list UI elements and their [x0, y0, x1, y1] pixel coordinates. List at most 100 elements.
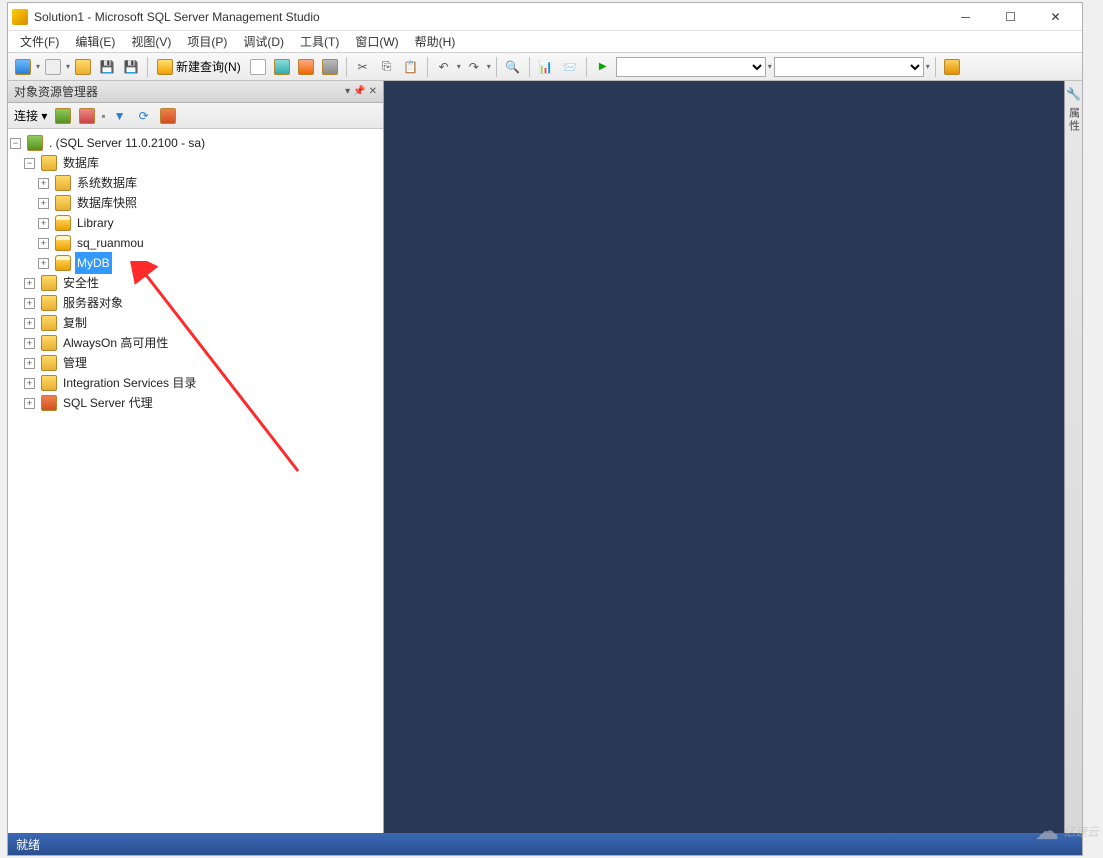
expand-icon[interactable]: + [24, 338, 35, 349]
disconnect-button[interactable] [77, 106, 97, 126]
tree-isc-node[interactable]: + Integration Services 目录 [10, 373, 381, 393]
replication-label: 复制 [61, 312, 89, 334]
expand-icon[interactable]: + [38, 258, 49, 269]
expand-icon[interactable]: + [24, 358, 35, 369]
folder-icon [41, 335, 57, 351]
save-button[interactable]: 💾 [96, 56, 118, 78]
menu-file[interactable]: 文件(F) [12, 31, 67, 52]
add-item-button[interactable] [42, 56, 64, 78]
menu-view[interactable]: 视图(V) [123, 31, 179, 52]
tree-server-node[interactable]: − . (SQL Server 11.0.2100 - sa) [10, 133, 381, 153]
management-label: 管理 [61, 352, 89, 374]
status-text: 就绪 [16, 836, 40, 853]
expand-icon[interactable]: + [24, 378, 35, 389]
tree-dbsnap-node[interactable]: + 数据库快照 [10, 193, 381, 213]
dbengine-query-button[interactable] [247, 56, 269, 78]
expand-icon[interactable]: + [24, 298, 35, 309]
isc-label: Integration Services 目录 [61, 372, 198, 394]
tree-db-mydb[interactable]: + MyDB [10, 253, 381, 273]
menu-help[interactable]: 帮助(H) [407, 31, 464, 52]
menu-edit[interactable]: 编辑(E) [67, 31, 123, 52]
expand-icon[interactable]: + [24, 398, 35, 409]
stop-button[interactable] [158, 106, 178, 126]
refresh-button[interactable]: ⟳ [134, 106, 154, 126]
expand-icon[interactable]: + [24, 318, 35, 329]
maximize-button[interactable]: ☐ [988, 4, 1033, 30]
copy-button[interactable]: ⎘ [376, 56, 398, 78]
security-label: 安全性 [61, 272, 101, 294]
undo-button[interactable]: ↶ [433, 56, 455, 78]
expand-icon[interactable]: + [24, 278, 35, 289]
serverobj-label: 服务器对象 [61, 292, 125, 314]
properties-tab[interactable]: 属性 [1066, 107, 1082, 133]
filter-button[interactable]: ▼ [110, 106, 130, 126]
database-combo[interactable] [616, 57, 766, 77]
folder-icon [41, 275, 57, 291]
expand-icon[interactable]: + [38, 178, 49, 189]
expand-icon[interactable]: + [38, 198, 49, 209]
activity-monitor-button[interactable]: 📊 [535, 56, 557, 78]
new-query-label: 新建查询(N) [176, 58, 241, 75]
tree-databases-node[interactable]: − 数据库 [10, 153, 381, 173]
registered-servers-button[interactable]: 📨 [559, 56, 581, 78]
object-explorer-panel: 对象资源管理器 ▾ 📌 ✕ 连接 ▾ ▪ ▼ ⟳ − [8, 81, 384, 833]
solutions-combo[interactable] [774, 57, 924, 77]
titlebar: Solution1 - Microsoft SQL Server Managem… [8, 3, 1082, 31]
folder-icon [41, 295, 57, 311]
expand-icon[interactable]: + [38, 238, 49, 249]
folder-icon [55, 195, 71, 211]
tree-db-sqruanmou[interactable]: + sq_ruanmou [10, 233, 381, 253]
panel-pin-icon[interactable]: 📌 [353, 86, 365, 97]
dmx-query-button[interactable] [295, 56, 317, 78]
paste-button[interactable]: 📋 [400, 56, 422, 78]
find-button[interactable]: 🔍 [502, 56, 524, 78]
panel-title: 对象资源管理器 [14, 83, 345, 100]
connect-oe-button[interactable] [53, 106, 73, 126]
xmla-query-button[interactable] [319, 56, 341, 78]
cut-button[interactable]: ✂ [352, 56, 374, 78]
panel-close-icon[interactable]: ✕ [369, 86, 377, 97]
collapse-icon[interactable]: − [24, 158, 35, 169]
sysdb-label: 系统数据库 [75, 172, 139, 194]
minimize-button[interactable]: ─ [943, 4, 988, 30]
execute-button[interactable]: ▶ [592, 56, 614, 78]
tree-management-node[interactable]: + 管理 [10, 353, 381, 373]
tree-alwayson-node[interactable]: + AlwaysOn 高可用性 [10, 333, 381, 353]
panel-header: 对象资源管理器 ▾ 📌 ✕ [8, 81, 383, 103]
panel-dropdown-icon[interactable]: ▾ [345, 86, 350, 97]
tree-security-node[interactable]: + 安全性 [10, 273, 381, 293]
new-project-button[interactable] [12, 56, 34, 78]
redo-button[interactable]: ↷ [463, 56, 485, 78]
options-button[interactable] [941, 56, 963, 78]
expand-icon[interactable]: + [38, 218, 49, 229]
dbsnap-label: 数据库快照 [75, 192, 139, 214]
collapse-icon[interactable]: − [10, 138, 21, 149]
new-query-button[interactable]: 新建查询(N) [153, 56, 245, 77]
menu-debug[interactable]: 调试(D) [235, 31, 292, 52]
databases-label: 数据库 [61, 152, 101, 174]
menu-project[interactable]: 项目(P) [179, 31, 235, 52]
folder-icon [41, 155, 57, 171]
right-gutter: 🔧 属性 [1064, 81, 1082, 833]
database-icon [55, 255, 71, 271]
tree-sysdb-node[interactable]: + 系统数据库 [10, 173, 381, 193]
tree-serverobj-node[interactable]: + 服务器对象 [10, 293, 381, 313]
db-sqruanmou-label: sq_ruanmou [75, 232, 146, 254]
db-library-label: Library [75, 212, 116, 234]
tree-db-library[interactable]: + Library [10, 213, 381, 233]
mdx-query-button[interactable] [271, 56, 293, 78]
db-mydb-label: MyDB [75, 252, 112, 274]
properties-tab-icon[interactable]: 🔧 [1066, 87, 1081, 101]
tree-replication-node[interactable]: + 复制 [10, 313, 381, 333]
object-tree[interactable]: − . (SQL Server 11.0.2100 - sa) − 数据库 + … [8, 129, 383, 833]
open-button[interactable] [72, 56, 94, 78]
save-all-button[interactable]: 💾 [120, 56, 142, 78]
connect-button[interactable]: 连接 ▾ [14, 107, 47, 124]
menu-tools[interactable]: 工具(T) [292, 31, 347, 52]
app-window: Solution1 - Microsoft SQL Server Managem… [7, 2, 1083, 856]
main-toolbar: ▾ ▾ 💾 💾 新建查询(N) ✂ ⎘ 📋 ↶ ▾ ↷ ▾ 🔍 📊 📨 ▶ ▾ [8, 53, 1082, 81]
tree-agent-node[interactable]: + SQL Server 代理 [10, 393, 381, 413]
close-button[interactable]: ✕ [1033, 4, 1078, 30]
menu-window[interactable]: 窗口(W) [347, 31, 406, 52]
explorer-toolbar: 连接 ▾ ▪ ▼ ⟳ [8, 103, 383, 129]
